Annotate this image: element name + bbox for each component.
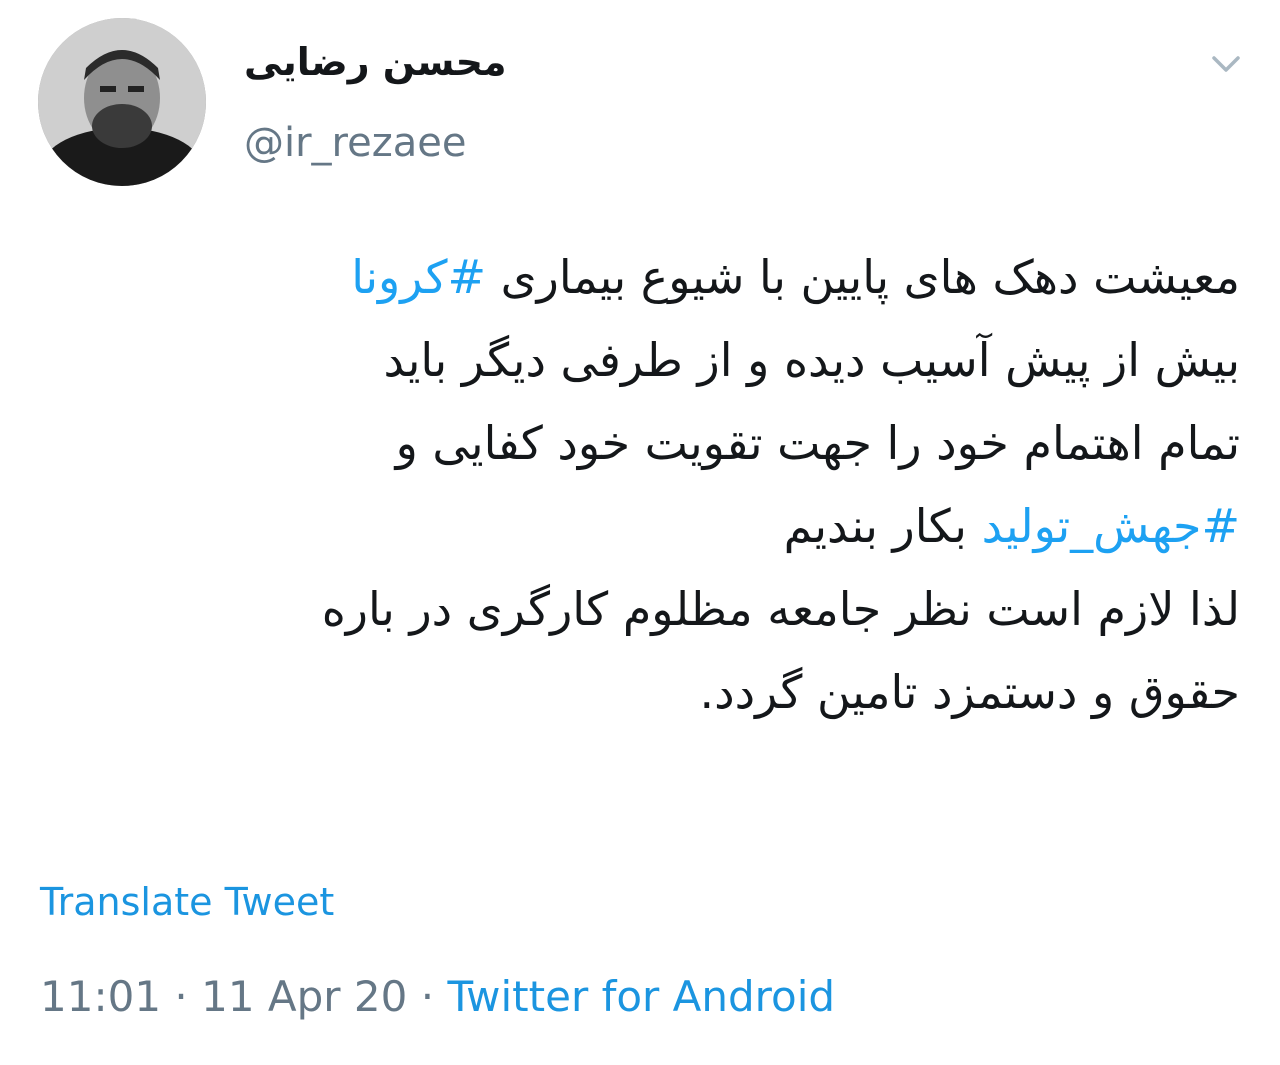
avatar[interactable] — [38, 18, 206, 186]
tweet-line-text: معیشت دهک های پایین با شیوع بیماری — [486, 250, 1240, 304]
tweet-meta: 11:01 · 11 Apr 20 · Twitter for Android — [40, 972, 835, 1021]
avatar-photo — [38, 18, 206, 186]
hashtag-link[interactable]: #کرونا — [351, 250, 486, 304]
tweet-line: بیش از پیش آسیب دیده و از طرفی دیگر باید — [383, 333, 1240, 387]
translate-tweet-link[interactable]: Translate Tweet — [40, 880, 334, 924]
tweet-text: معیشت دهک های پایین با شیوع بیماری #کرون… — [40, 236, 1240, 734]
tweet-line: #جهش_تولید بکار بندیم — [40, 485, 1240, 568]
tweet-line-text: بکار بندیم — [783, 499, 982, 553]
tweet-date[interactable]: 11 Apr 20 — [201, 972, 407, 1021]
hashtag-link[interactable]: #جهش_تولید — [982, 499, 1240, 553]
chevron-down-icon[interactable] — [1208, 50, 1244, 78]
meta-separator: · — [174, 972, 188, 1021]
tweet-time[interactable]: 11:01 — [40, 972, 161, 1021]
author-display-name[interactable]: محسن رضایی — [244, 40, 507, 84]
tweet-line: معیشت دهک های پایین با شیوع بیماری #کرون… — [40, 236, 1240, 319]
tweet-line: تمام اهتمام خود را جهت تقویت خود کفایی و — [395, 416, 1240, 470]
meta-separator: · — [420, 972, 435, 1021]
tweet-line: حقوق و دستمزد تامین گردد. — [699, 665, 1240, 719]
tweet-source-link[interactable]: Twitter for Android — [447, 972, 835, 1021]
author-handle[interactable]: @ir_rezaee — [244, 120, 466, 166]
tweet-line: لذا لازم است نظر جامعه مظلوم کارگری در ب… — [321, 582, 1240, 636]
